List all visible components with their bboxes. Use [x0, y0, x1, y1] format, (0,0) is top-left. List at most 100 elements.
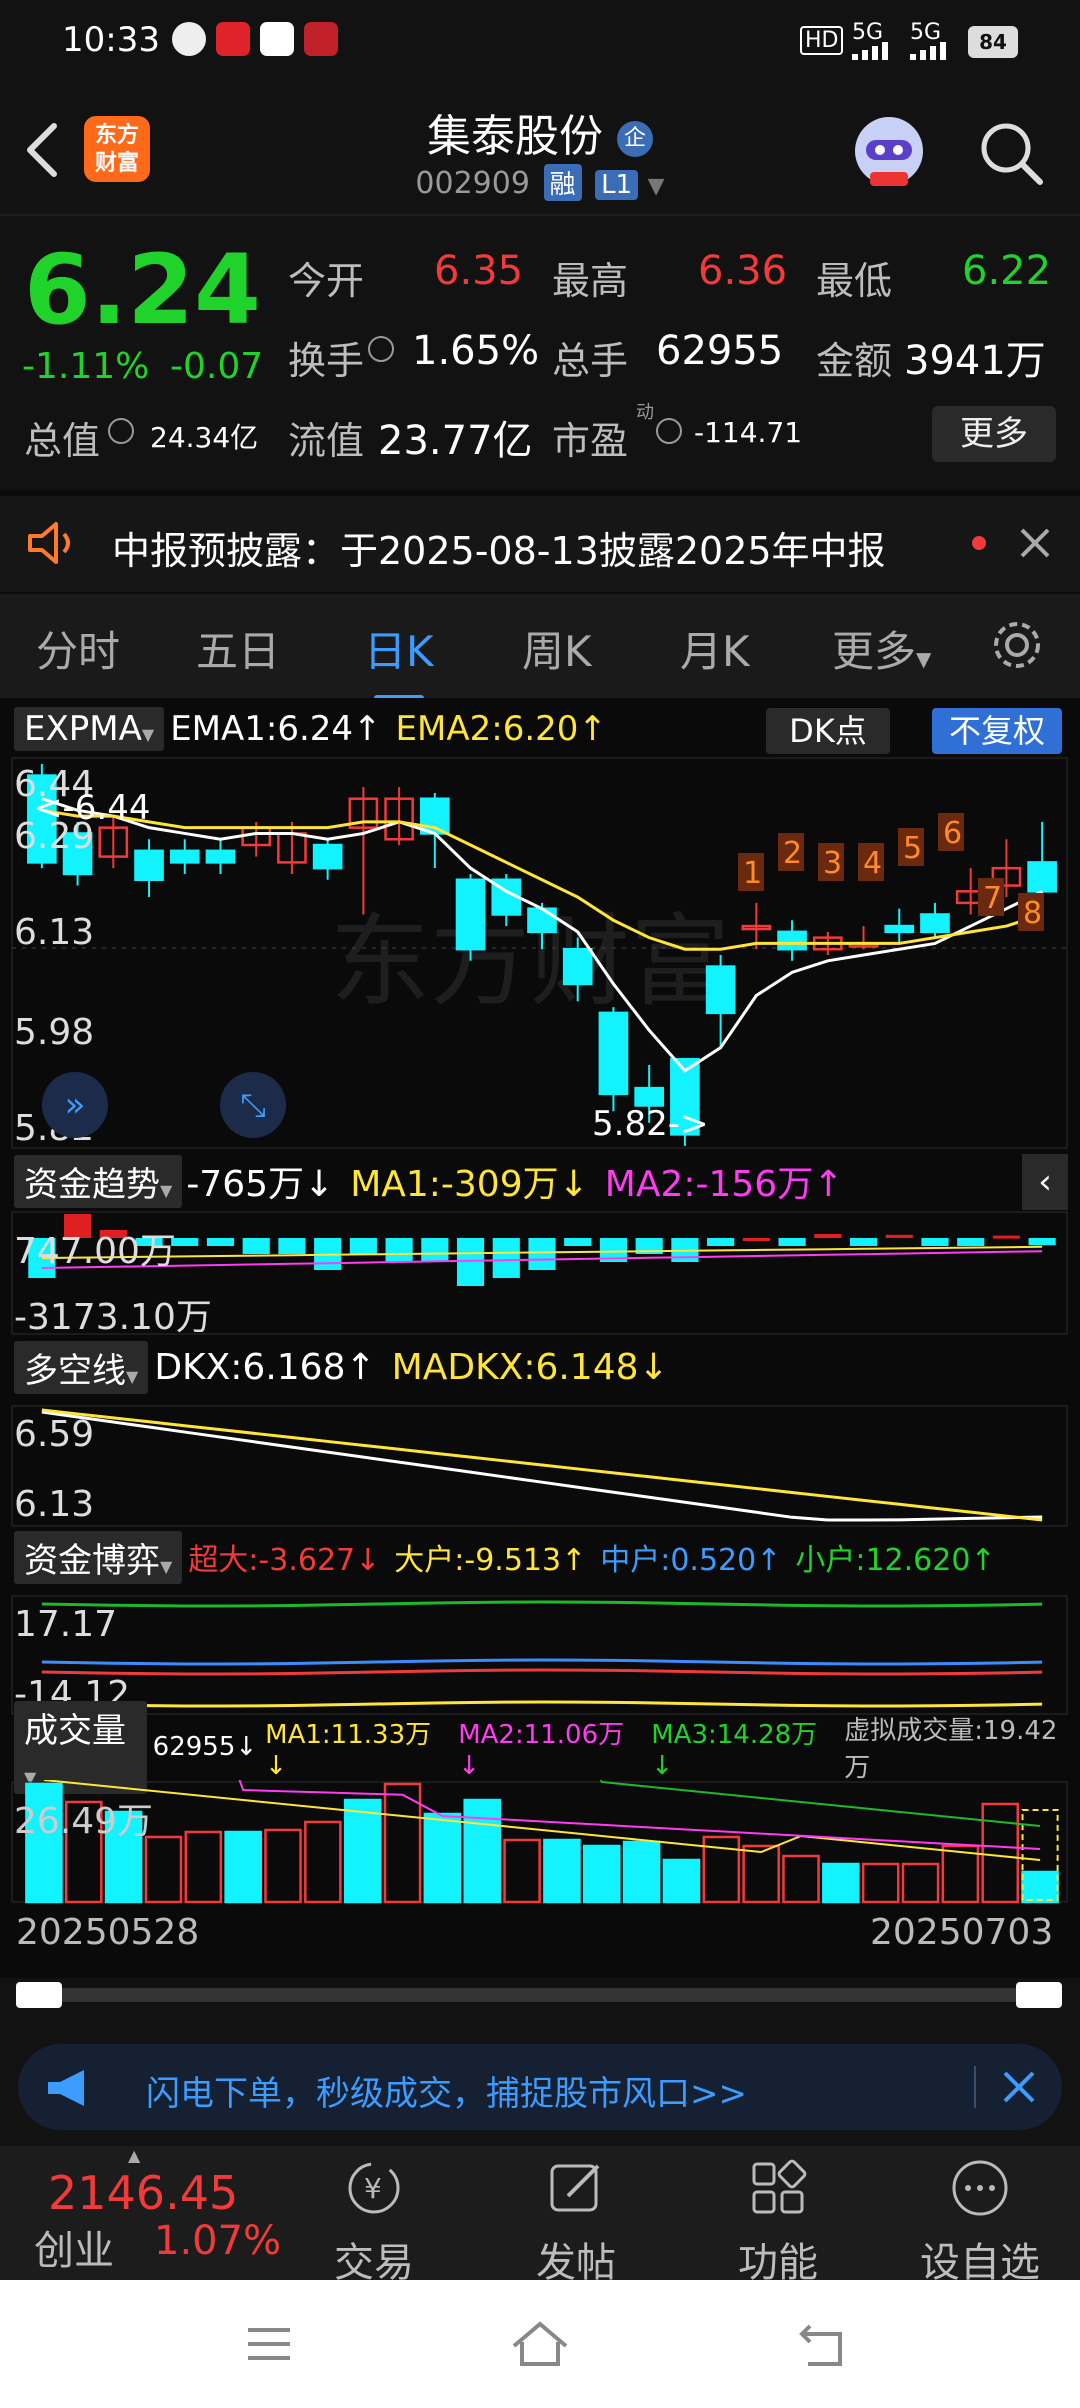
tab-daily-k[interactable]: 日K — [364, 618, 434, 701]
range-handle-right[interactable] — [1016, 1982, 1062, 2008]
dkx-axis-bottom: 6.13 — [14, 1484, 95, 1525]
index-ticker[interactable]: ▲ 2146.45 创业 1.07% — [0, 2146, 300, 2280]
range-scrollbar[interactable] — [18, 1988, 1062, 2002]
close-icon[interactable] — [1018, 526, 1052, 560]
volume-chart — [11, 1780, 1068, 1904]
period-tabs: 分时 五日 日K 周K 月K 更多▼ — [0, 594, 1080, 701]
quote-panel: 6.24 -1.11% -0.07 今开 6.35 最高 6.36 最低 6.2… — [0, 214, 1080, 486]
nav-post[interactable]: 发帖 — [506, 2156, 646, 2288]
volume-ma2: MA2:11.06万↓ — [458, 1719, 625, 1781]
amount-label: 金额 — [816, 339, 893, 383]
tab-weekly-k[interactable]: 周K — [522, 618, 592, 679]
collapse-indicator-button[interactable]: ‹ — [1022, 1154, 1068, 1210]
battery-indicator: 84 — [968, 26, 1018, 58]
info-icon[interactable] — [656, 418, 682, 444]
dkx-dropdown[interactable]: 多空线▼ — [14, 1340, 149, 1394]
volume-ma3-line — [599, 1780, 1041, 1827]
chart-area: EXPMA▼ EMA1:6.24↑ EMA2:6.20↑ DK点 不复权 东方财… — [0, 698, 1080, 2008]
expand-panel-icon[interactable]: » — [42, 1072, 108, 1138]
funds-trend-bars — [28, 1214, 1056, 1286]
fullscreen-icon[interactable]: ⤡ — [220, 1072, 286, 1138]
volume-ma3: MA3:14.28万↓ — [651, 1719, 818, 1781]
app-notification-icon — [216, 22, 250, 56]
funds-trend-dropdown[interactable]: 资金趋势▼ — [14, 1154, 183, 1208]
small-line — [41, 1600, 1043, 1608]
close-icon[interactable] — [1002, 2070, 1036, 2104]
svg-text:¥: ¥ — [364, 2172, 382, 2205]
amount-value: 3941万 — [904, 338, 1046, 384]
svg-text:7: 7 — [983, 881, 1002, 916]
back-nav-icon[interactable] — [796, 2318, 852, 2370]
mid-line — [41, 1658, 1043, 1666]
chevron-down-icon[interactable]: ▼ — [648, 174, 665, 199]
info-icon[interactable] — [368, 336, 394, 362]
chevron-down-icon: ▼ — [916, 647, 932, 671]
robot-assistant-icon[interactable] — [846, 108, 932, 194]
gear-icon[interactable] — [990, 618, 1044, 672]
stock-header: 东方 财富 集泰股份 企 002909 融 L1 ▼ — [0, 84, 1080, 214]
enterprise-badge: 企 — [617, 121, 653, 157]
menu-icon[interactable] — [244, 2324, 294, 2364]
signal-bars-icon — [852, 42, 888, 60]
stock-code: 002909 — [415, 166, 530, 201]
kline-indicator-row: EXPMA▼ EMA1:6.24↑ EMA2:6.20↑ — [14, 706, 607, 752]
chevron-up-icon: ▲ — [128, 2146, 141, 2165]
volume-indicator-row: 成交量▼ 62955↓ MA1:11.33万↓ MA2:11.06万↓ MA3:… — [14, 1700, 1080, 1794]
notice-bar[interactable]: 中报预披露：于2025-08-13披露2025年中报 — [0, 490, 1080, 598]
tab-monthly-k[interactable]: 月K — [680, 618, 750, 679]
low-marker: 5.82-> — [592, 1104, 709, 1144]
madkx-value: MADKX:6.148↓ — [391, 1346, 669, 1388]
nav-trade[interactable]: ¥ 交易 — [304, 2156, 444, 2288]
ema2-label: EMA2:6.20↑ — [395, 709, 607, 749]
volume-value: 62955 — [656, 328, 784, 374]
promo-banner[interactable]: 闪电下单，秒级成交，捕捉股市风口>> — [18, 2044, 1062, 2130]
adjust-mode-button[interactable]: 不复权 — [932, 708, 1062, 754]
funds-game-dropdown[interactable]: 资金博弈▼ — [14, 1530, 183, 1584]
nav-watchlist[interactable]: 设自选 — [910, 2156, 1050, 2288]
range-handle-left[interactable] — [16, 1982, 62, 2008]
current-price: 6.24 — [24, 234, 261, 346]
dkx-chart — [11, 1405, 1068, 1527]
notice-text: 中报预披露：于2025-08-13披露2025年中报 — [112, 529, 886, 573]
tab-five-day[interactable]: 五日 — [196, 618, 280, 679]
index-percent: 1.07% — [154, 2218, 282, 2264]
level-badge[interactable]: L1 — [595, 170, 639, 200]
funds-trend-indicator-row: 资金趋势▼ -765万↓ MA1:-309万↓ MA2:-156万↑ — [14, 1154, 844, 1208]
dkx-axis-top: 6.59 — [14, 1414, 95, 1455]
mid-value: 中户:0.520↑ — [600, 1543, 782, 1578]
nav-functions[interactable]: 功能 — [708, 2156, 848, 2288]
high-value: 6.36 — [698, 248, 788, 294]
hd-icon: HD — [800, 26, 844, 55]
funds-game-chart — [11, 1595, 1068, 1715]
indicator-dropdown[interactable]: EXPMA▼ — [14, 707, 165, 751]
tab-intraday[interactable]: 分时 — [36, 618, 120, 679]
funds-trend-ma2: MA2:-156万↑ — [604, 1164, 844, 1205]
search-icon[interactable] — [976, 118, 1046, 188]
info-icon[interactable] — [108, 418, 134, 444]
svg-text:3: 3 — [823, 846, 842, 881]
chevron-down-icon: ▼ — [160, 1180, 173, 1200]
megaphone-icon — [48, 2070, 84, 2106]
small-value: 小户:12.620↑ — [795, 1543, 996, 1578]
volume-bars — [25, 1782, 1059, 1904]
trade-icon: ¥ — [348, 2162, 400, 2214]
dk-markers: 12 3 4 5 67 8 — [738, 813, 1044, 931]
status-time: 10:33 — [62, 20, 160, 60]
funds-trend-ma1: MA1:-309万↓ — [350, 1164, 589, 1205]
funds-game-axis-top: 17.17 — [14, 1604, 118, 1645]
margin-badge: 融 — [543, 164, 582, 201]
high-label: 最高 — [552, 259, 629, 303]
home-icon[interactable] — [508, 2318, 572, 2370]
large-value: 大户:-9.513↑ — [394, 1543, 587, 1578]
virtual-volume: 虚拟成交量:19.42万 — [844, 1716, 1058, 1783]
more-dots-icon — [952, 2160, 1008, 2216]
more-button[interactable]: 更多 — [932, 406, 1056, 462]
status-bar: 10:33 HD 5G 5G 84 — [0, 0, 1080, 84]
chevron-down-icon: ▼ — [160, 1556, 173, 1576]
funds-trend-axis-bottom: -3173.10万 — [14, 1297, 212, 1338]
chevron-down-icon: ▼ — [126, 1366, 139, 1386]
volume-label: 总手 — [552, 339, 629, 383]
dk-points-button[interactable]: DK点 — [766, 708, 890, 754]
compose-icon — [550, 2164, 600, 2212]
tab-more[interactable]: 更多▼ — [832, 618, 931, 679]
